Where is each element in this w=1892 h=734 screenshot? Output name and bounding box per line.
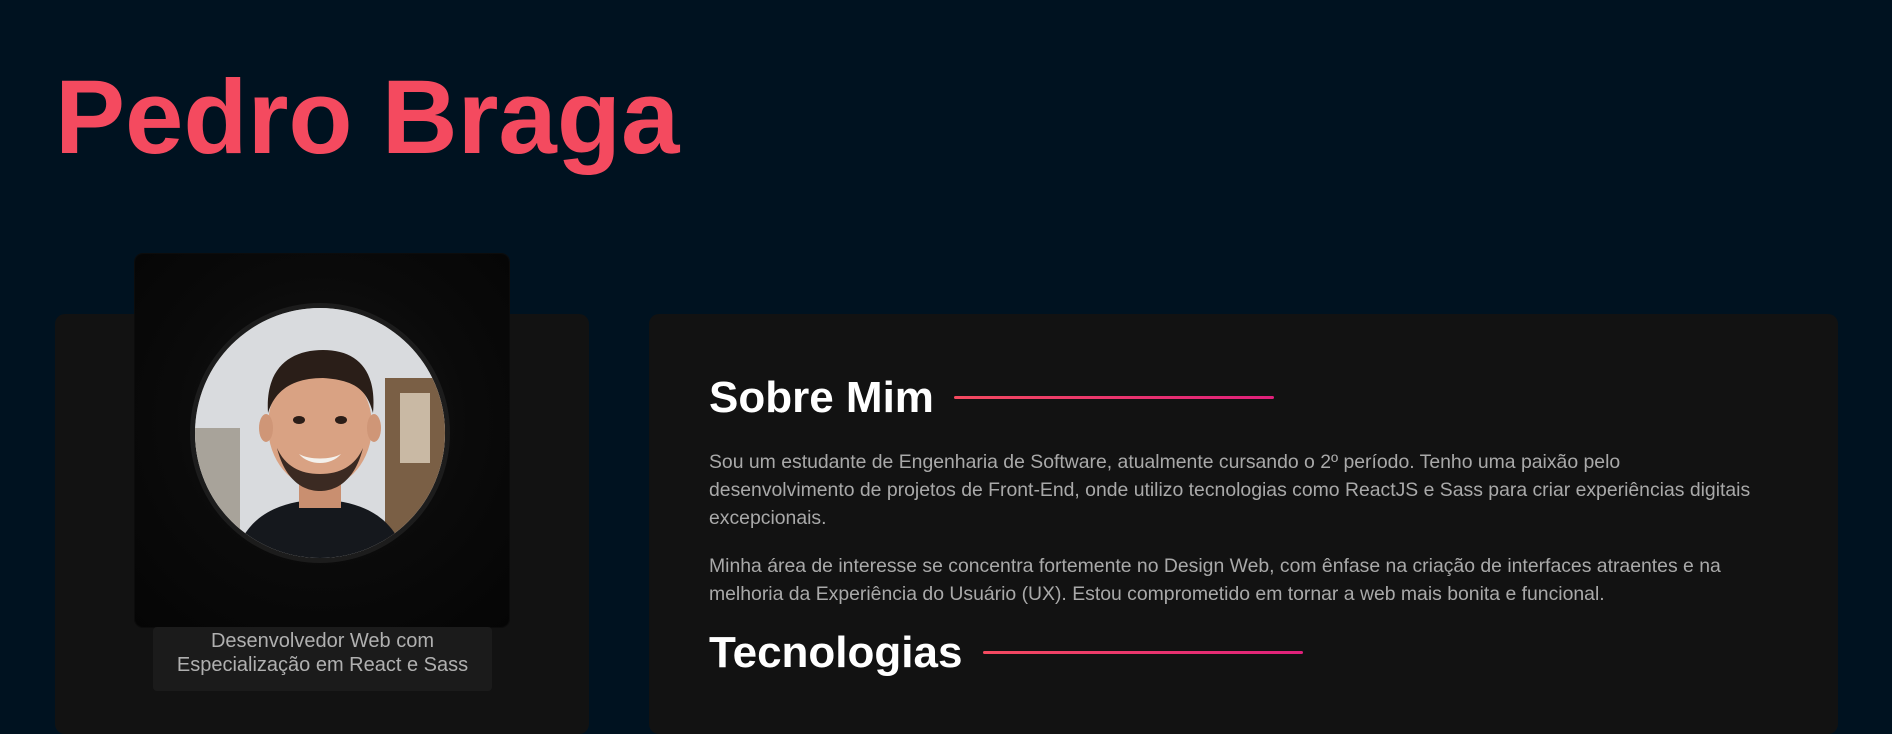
avatar-portrait — [195, 308, 445, 558]
about-heading: Sobre Mim — [709, 373, 934, 422]
profile-role-label: Desenvolvedor Web com Especialização em … — [153, 627, 492, 691]
about-paragraph-1: Sou um estudante de Engenharia de Softwa… — [709, 451, 1751, 529]
profile-photo-frame — [135, 254, 509, 627]
page-title: Pedro Braga — [55, 59, 680, 176]
about-paragraph-2: Minha área de interesse se concentra for… — [709, 555, 1721, 605]
about-heading-underline — [954, 396, 1274, 399]
about-card: Sobre Mim Sou um estudante de Engenharia… — [649, 314, 1838, 734]
avatar — [195, 308, 445, 558]
technologies-heading: Tecnologias — [709, 628, 963, 677]
technologies-heading-underline — [983, 651, 1303, 654]
profile-role-line-2: Especialização em React e Sass — [176, 654, 469, 676]
profile-role-line-1: Desenvolvedor Web com — [210, 630, 435, 652]
